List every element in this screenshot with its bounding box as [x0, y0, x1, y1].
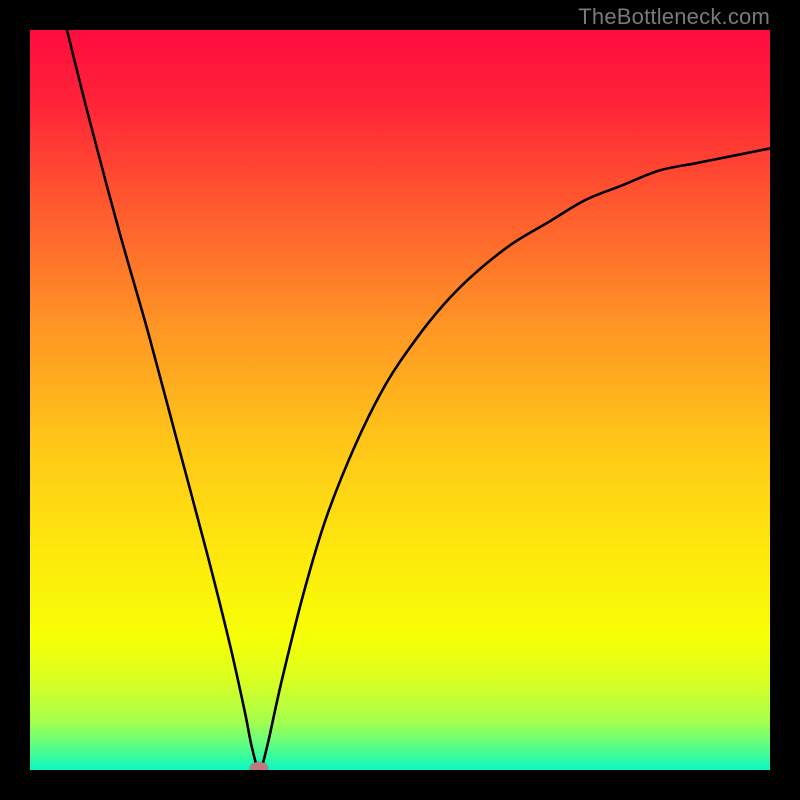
- minimum-marker: [250, 762, 268, 770]
- curve-layer: [30, 30, 770, 770]
- bottleneck-curve: [67, 30, 770, 770]
- plot-area: [30, 30, 770, 770]
- chart-frame: TheBottleneck.com: [0, 0, 800, 800]
- watermark-text: TheBottleneck.com: [578, 4, 770, 30]
